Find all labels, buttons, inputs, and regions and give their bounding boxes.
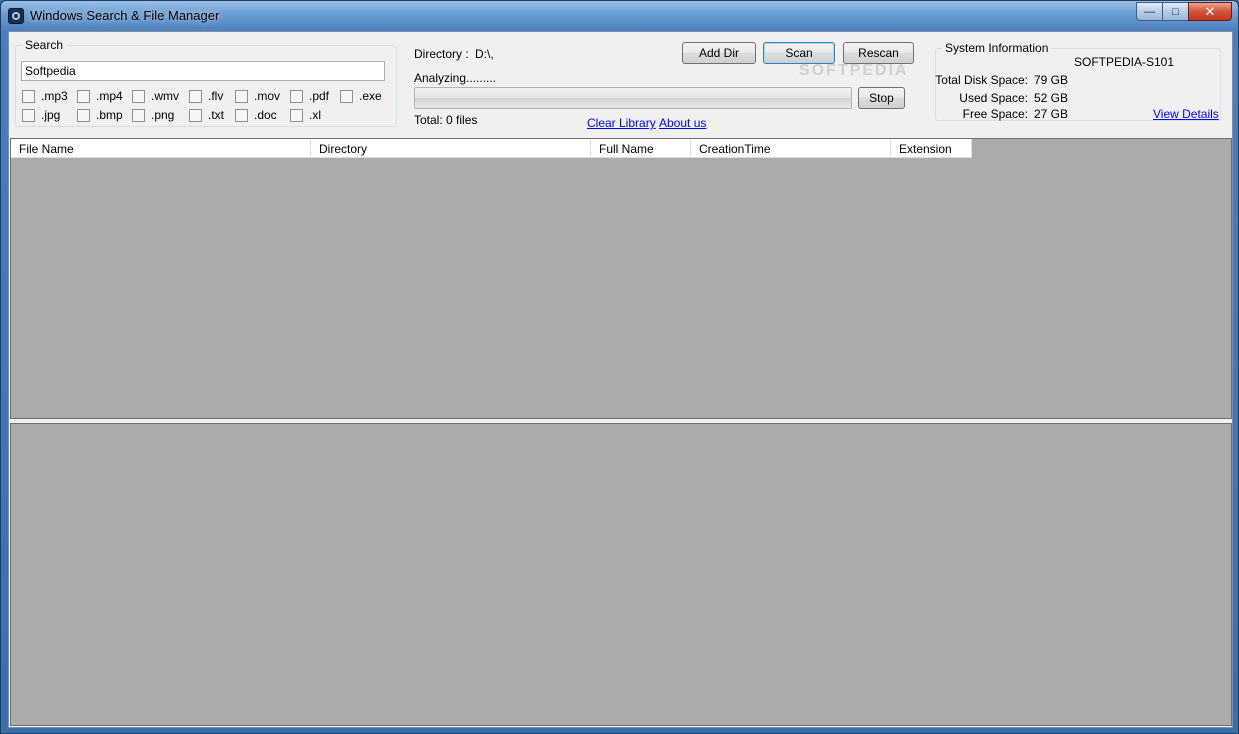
filter-bmp-checkbox[interactable]: .bmp [77,108,123,122]
filter-label: .xl [309,108,321,122]
checkbox-box[interactable] [132,108,145,122]
system-info-group: System Information SOFTPEDIA-S101 Total … [935,41,1221,121]
checkbox-box[interactable] [189,108,202,122]
directory-value: D:\, [475,47,494,61]
watermark: SOFTPEDIA [799,62,909,79]
filter-mov-checkbox[interactable]: .mov [235,89,280,103]
checkbox-box[interactable] [22,89,35,103]
filter-label: .bmp [96,108,123,122]
filter-mp4-checkbox[interactable]: .mp4 [77,89,123,103]
filter-label: .wmv [151,89,179,103]
total-disk-label: Total Disk Space: [935,73,1028,87]
filter-exe-checkbox[interactable]: .exe [340,89,382,103]
filter-txt-checkbox[interactable]: .txt [189,108,224,122]
filter-label: .exe [359,89,382,103]
filter-jpg-checkbox[interactable]: .jpg [22,108,60,122]
checkbox-box[interactable] [22,108,35,122]
scan-status: Analyzing......... [414,71,497,85]
directory-label: Directory : [414,47,469,61]
rescan-button[interactable]: Rescan [843,42,914,64]
column-header-full-name[interactable]: Full Name [591,139,691,158]
window-title: Windows Search & File Manager [30,8,220,23]
close-button[interactable]: ✕ [1188,2,1232,21]
total-disk-value: 79 GB [1034,73,1069,87]
search-group: Search .mp3 .mp4 .wmv .flv .mov .pdf .ex… [15,38,397,127]
column-header-creation-time[interactable]: CreationTime [691,139,891,158]
detail-grid[interactable] [10,423,1232,726]
system-info-group-label: System Information [942,41,1052,55]
column-header-directory[interactable]: Directory [311,139,591,158]
used-space-label: Used Space: [959,91,1028,105]
about-us-link[interactable]: About us [659,116,706,130]
filter-pdf-checkbox[interactable]: .pdf [290,89,329,103]
filter-label: .doc [254,108,277,122]
free-space-label: Free Space: [962,107,1028,121]
used-space-value: 52 GB [1034,91,1069,105]
filter-label: .mp4 [96,89,123,103]
add-dir-button[interactable]: Add Dir [682,42,756,64]
title-bar[interactable]: Windows Search & File Manager — □ ✕ [1,1,1238,31]
stop-button[interactable]: Stop [858,87,905,109]
column-header-extension[interactable]: Extension [891,139,972,158]
clear-library-link[interactable]: Clear Library [587,116,656,130]
results-grid[interactable]: File Name Directory Full Name CreationTi… [10,138,1232,419]
maximize-button[interactable]: □ [1162,2,1188,21]
filter-xl-checkbox[interactable]: .xl [290,108,321,122]
scan-progress-bar [414,87,852,109]
filter-mp3-checkbox[interactable]: .mp3 [22,89,68,103]
filter-label: .flv [208,89,224,103]
checkbox-box[interactable] [235,89,248,103]
free-space-value: 27 GB [1034,107,1069,121]
search-input[interactable] [21,61,385,81]
checkbox-box[interactable] [77,108,90,122]
app-window: Windows Search & File Manager — □ ✕ Sear… [0,0,1239,734]
filter-label: .pdf [309,89,330,103]
search-group-label: Search [22,38,67,52]
filter-doc-checkbox[interactable]: .doc [235,108,277,122]
filter-label: .png [151,108,175,122]
client-area: Search .mp3 .mp4 .wmv .flv .mov .pdf .ex… [8,31,1233,728]
filter-label: .mov [254,89,281,103]
checkbox-box[interactable] [290,108,303,122]
minimize-button[interactable]: — [1136,2,1162,21]
filter-flv-checkbox[interactable]: .flv [189,89,223,103]
filter-label: .txt [208,108,225,122]
total-files: Total: 0 files [414,113,478,127]
checkbox-box[interactable] [189,89,202,103]
column-header-file-name[interactable]: File Name [11,139,311,158]
filter-wmv-checkbox[interactable]: .wmv [132,89,179,103]
filter-png-checkbox[interactable]: .png [132,108,174,122]
app-icon[interactable] [8,8,24,24]
view-details-link[interactable]: View Details [1153,107,1219,121]
scan-button[interactable]: Scan [763,42,835,64]
filter-label: .jpg [41,108,61,122]
filter-label: .mp3 [41,89,68,103]
checkbox-box[interactable] [290,89,303,103]
results-header: File Name Directory Full Name CreationTi… [11,139,972,158]
checkbox-box[interactable] [77,89,90,103]
checkbox-box[interactable] [340,89,353,103]
checkbox-box[interactable] [132,89,145,103]
machine-name: SOFTPEDIA-S101 [1074,55,1175,69]
window-controls: — □ ✕ [1136,2,1232,21]
checkbox-box[interactable] [235,108,248,122]
